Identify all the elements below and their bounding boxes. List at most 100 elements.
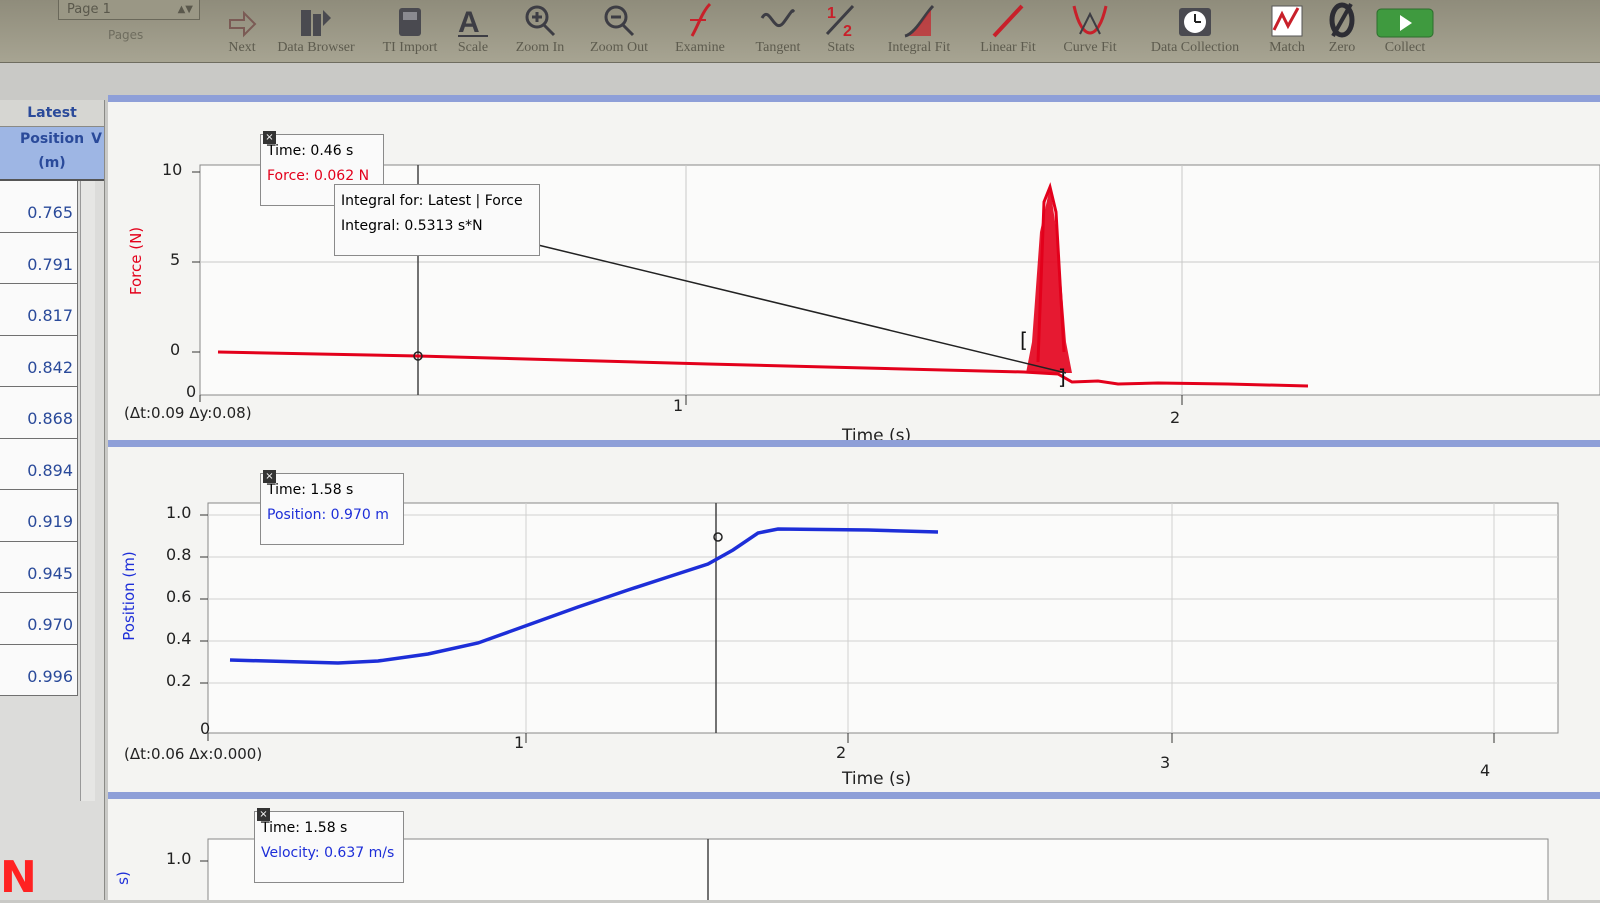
callout-time: Time: 0.46 s xyxy=(267,143,354,159)
linear-fit-button[interactable]: Linear Fit xyxy=(970,0,1046,62)
svg-text:1: 1 xyxy=(827,5,836,22)
position-y-title: Position (m) xyxy=(119,551,138,641)
zoom-in-button[interactable]: Zoom In xyxy=(506,0,574,62)
integral-value: Integral: 0.5313 s*N xyxy=(341,218,483,234)
position-delta-readout: (Δt:0.06 Δx:0.000) xyxy=(124,745,263,763)
integral-title: Integral for: Latest | Force xyxy=(341,193,523,209)
data-browser-label: Data Browser xyxy=(277,40,355,55)
match-button[interactable]: Match xyxy=(1260,0,1314,62)
unit-symbol: N xyxy=(0,852,37,903)
table-cell[interactable]: 0.765 xyxy=(0,181,78,233)
curve-fit-icon xyxy=(1052,0,1128,38)
force-x-tick: 1 xyxy=(673,396,684,415)
zoom-out-button[interactable]: Zoom Out xyxy=(582,0,656,62)
callout-time: Time: 1.58 s xyxy=(267,482,354,498)
autoscale-icon: A xyxy=(452,0,494,38)
position-x-title: Time (s) xyxy=(842,769,912,789)
position-x-tick: 1 xyxy=(514,733,525,752)
table-cell[interactable]: 0.817 xyxy=(0,284,78,336)
ti-import-label: TI Import xyxy=(382,40,438,55)
integral-icon xyxy=(876,0,962,38)
velocity-graph[interactable]: 1.0 s) × Time: 1.58 s Velocity: 0.637 m/… xyxy=(108,792,1600,900)
integral-start-bracket: [ xyxy=(1020,328,1028,352)
position-examine-callout[interactable]: × Time: 1.58 s Position: 0.970 m xyxy=(260,470,404,545)
pages-label: Pages xyxy=(108,28,144,42)
integral-callout[interactable]: Integral for: Latest | Force Integral: 0… xyxy=(334,184,540,256)
position-x-tick: 0 xyxy=(200,719,211,738)
position-y-tick: 0.6 xyxy=(166,587,192,606)
table-cell[interactable]: 0.791 xyxy=(0,232,78,284)
svg-text:2: 2 xyxy=(843,23,852,38)
table-cell[interactable]: 0.868 xyxy=(0,387,78,439)
ti-import-button[interactable]: TI Import xyxy=(376,0,444,62)
table-cell[interactable]: 0.894 xyxy=(0,438,78,490)
force-x-tick: 0 xyxy=(186,382,197,401)
curve-fit-button[interactable]: Curve Fit xyxy=(1052,0,1128,62)
data-browser-button[interactable]: Data Browser xyxy=(268,0,364,62)
integral-end-bracket: ] xyxy=(1058,365,1066,389)
position-y-tick: 0.2 xyxy=(166,671,192,690)
zoom-in-icon xyxy=(506,0,574,38)
table-column-header[interactable]: Position (m) V xyxy=(0,127,104,181)
zoom-out-icon xyxy=(582,0,656,38)
close-icon[interactable]: × xyxy=(263,470,276,483)
linear-fit-label: Linear Fit xyxy=(980,40,1036,55)
table-group-header: Latest xyxy=(0,100,104,127)
position-y-tick: 1.0 xyxy=(166,503,192,522)
stats-label: Stats xyxy=(827,40,855,55)
force-delta-readout: (Δt:0.09 Δy:0.08) xyxy=(124,404,252,422)
force-graph[interactable]: [ ] Force (N) 10 5 0 0 1 2 (Δt:0.09 Δy:0… xyxy=(108,95,1600,455)
collect-label: Collect xyxy=(1384,40,1426,55)
table-scrollbar[interactable] xyxy=(80,181,95,801)
position-graph[interactable]: Position (m) 1.0 0.8 0.6 0.4 0.2 0 1 2 3… xyxy=(108,440,1600,812)
page-select-value: Page 1 xyxy=(67,2,111,17)
force-y-tick: 10 xyxy=(162,160,183,179)
next-label: Next xyxy=(228,40,256,55)
velocity-y-title: s) xyxy=(113,871,132,885)
examine-label: Examine xyxy=(675,40,725,55)
position-x-tick: 4 xyxy=(1480,761,1491,780)
position-x-tick: 2 xyxy=(836,743,847,762)
table-cell[interactable]: 0.842 xyxy=(0,335,78,387)
force-y-title: Force (N) xyxy=(127,226,146,296)
data-collection-button[interactable]: Data Collection xyxy=(1138,0,1252,62)
examine-button[interactable]: Examine xyxy=(666,0,734,62)
table-cell[interactable]: 0.919 xyxy=(0,490,78,542)
page-select-arrows-icon: ▲▼ xyxy=(177,4,193,15)
toolbar: Page 1 ▲▼ Pages Next Data Browser TI Imp… xyxy=(0,0,1600,63)
data-table: Latest Position (m) V 0.765 0.791 0.817 … xyxy=(0,100,105,900)
force-x-tick: 2 xyxy=(1170,408,1181,427)
ti-import-icon xyxy=(376,0,444,38)
close-icon[interactable]: × xyxy=(263,131,276,144)
zero-label: Zero xyxy=(1328,40,1356,55)
callout-velocity: Velocity: 0.637 m/s xyxy=(261,845,395,861)
position-plot-frame xyxy=(207,502,1559,734)
force-y-tick: 0 xyxy=(170,340,181,359)
curve-fit-label: Curve Fit xyxy=(1063,40,1117,55)
velocity-examine-callout[interactable]: × Time: 1.58 s Velocity: 0.637 m/s xyxy=(254,808,404,883)
zero-button[interactable]: Zero xyxy=(1320,0,1364,62)
collect-button[interactable]: Collect xyxy=(1374,0,1436,62)
linear-fit-icon xyxy=(970,0,1046,38)
next-button[interactable]: Next xyxy=(222,0,262,62)
table-cell[interactable]: 0.945 xyxy=(0,541,78,593)
svg-text:A: A xyxy=(458,6,480,38)
position-x-tick: 3 xyxy=(1160,753,1171,772)
match-label: Match xyxy=(1269,40,1305,55)
autoscale-button[interactable]: A Scale xyxy=(452,0,494,62)
tangent-icon xyxy=(744,0,812,38)
column-title: Position xyxy=(19,131,85,147)
tangent-label: Tangent xyxy=(755,40,801,55)
table-cell[interactable]: 0.970 xyxy=(0,593,78,645)
integral-fit-button[interactable]: Integral Fit xyxy=(876,0,962,62)
velocity-y-tick: 1.0 xyxy=(166,849,192,868)
column-unit: (m) xyxy=(38,155,66,171)
stats-button[interactable]: 12 Stats xyxy=(818,0,864,62)
tangent-button[interactable]: Tangent xyxy=(744,0,812,62)
page-select[interactable]: Page 1 ▲▼ xyxy=(58,0,200,20)
close-icon[interactable]: × xyxy=(257,808,270,821)
next-arrow-icon xyxy=(222,0,262,38)
callout-position: Position: 0.970 m xyxy=(267,507,389,523)
table-cell[interactable]: 0.996 xyxy=(0,644,78,696)
collect-play-icon xyxy=(1374,0,1436,38)
